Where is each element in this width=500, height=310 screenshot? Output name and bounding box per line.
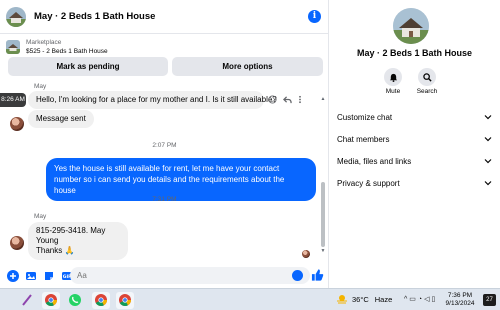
chat-title[interactable]: May · 2 Beds 1 Bath House bbox=[34, 11, 155, 22]
photo-icon[interactable] bbox=[25, 270, 37, 282]
sender-avatar[interactable] bbox=[10, 117, 24, 131]
chevron-down-icon bbox=[484, 181, 492, 186]
notification-badge[interactable]: 27 bbox=[483, 294, 496, 306]
sticker-icon[interactable] bbox=[43, 270, 55, 282]
listing-title[interactable]: $525 - 2 Beds 1 Bath House bbox=[26, 47, 108, 56]
haze-icon bbox=[337, 295, 347, 304]
search-icon bbox=[422, 72, 432, 82]
conversation-pane: May · 2 Beds 1 Bath House i Marketplace … bbox=[0, 0, 329, 288]
mark-as-pending-button[interactable]: Mark as pending bbox=[8, 57, 168, 76]
more-options-button[interactable]: More options bbox=[172, 57, 323, 76]
messenger-window: May · 2 Beds 1 Bath House i Marketplace … bbox=[0, 0, 500, 288]
timestamp-divider: 7:31 PM bbox=[152, 196, 177, 203]
menu-label: Customize chat bbox=[337, 112, 393, 122]
sender-name: May bbox=[34, 213, 47, 220]
search-label: Search bbox=[416, 88, 438, 95]
whatsapp-icon[interactable] bbox=[68, 293, 82, 307]
chevron-down-icon bbox=[484, 115, 492, 120]
house-avatar[interactable] bbox=[6, 6, 26, 27]
chat-icon[interactable]: ▭ bbox=[409, 296, 418, 303]
mute-label: Mute bbox=[385, 88, 401, 95]
scroll-up-arrow[interactable]: ▲ bbox=[320, 96, 326, 102]
volume-icon[interactable]: ◁ bbox=[424, 296, 431, 303]
message-input[interactable] bbox=[70, 267, 310, 284]
chevron-down-icon bbox=[484, 159, 492, 164]
outgoing-message[interactable]: Yes the house is still available for ren… bbox=[46, 158, 316, 201]
mute-button[interactable] bbox=[384, 68, 402, 86]
clock[interactable]: 7:36 PM 9/13/2024 bbox=[440, 292, 480, 308]
temperature: 36°C bbox=[352, 294, 369, 304]
menu-media-files-links[interactable]: Media, files and links bbox=[329, 150, 500, 172]
sender-name: May bbox=[34, 83, 47, 90]
weather-condition: Haze bbox=[374, 294, 393, 304]
system-tray[interactable]: ^▭◔◁▯ bbox=[404, 295, 437, 303]
scroll-down-arrow[interactable]: ▼ bbox=[320, 248, 326, 254]
chat-header: May · 2 Beds 1 Bath House i bbox=[0, 0, 329, 34]
weather-widget[interactable]: 36°C Haze bbox=[336, 294, 392, 304]
taskbar: 36°C Haze ^▭◔◁▯ 7:36 PM 9/13/2024 27 bbox=[0, 288, 500, 310]
incoming-message[interactable]: 815-295-3418. May Young Thanks 🙏 bbox=[28, 222, 128, 260]
battery-icon[interactable]: ▯ bbox=[432, 296, 438, 303]
incoming-message[interactable]: Hello, I'm looking for a place for my mo… bbox=[28, 91, 277, 109]
pen-icon[interactable] bbox=[20, 293, 34, 307]
search-button[interactable] bbox=[418, 68, 436, 86]
bell-icon bbox=[389, 73, 397, 82]
profile-name: May · 2 Beds 1 Bath House bbox=[356, 48, 473, 58]
menu-label: Media, files and links bbox=[337, 156, 412, 166]
emoji-icon[interactable] bbox=[292, 270, 303, 281]
menu-label: Chat members bbox=[337, 134, 390, 144]
listing-thumbnail[interactable] bbox=[6, 40, 20, 54]
message-line: 815-295-3418. May Young bbox=[36, 226, 106, 245]
info-icon[interactable]: i bbox=[308, 10, 321, 23]
menu-privacy-support[interactable]: Privacy & support bbox=[329, 172, 500, 194]
composer: GIF bbox=[0, 263, 329, 288]
thumbs-up-icon[interactable] bbox=[311, 268, 324, 282]
clock-time: 7:36 PM bbox=[447, 292, 473, 299]
incoming-message[interactable]: Message sent bbox=[28, 110, 94, 128]
react-emoji-icon[interactable] bbox=[268, 95, 277, 104]
details-panel: May · 2 Beds 1 Bath House Mute Search Cu… bbox=[329, 0, 500, 288]
timestamp-divider: 2:07 PM bbox=[152, 142, 177, 149]
message-line: Thanks 🙏 bbox=[36, 246, 75, 255]
menu-label: Privacy & support bbox=[337, 178, 400, 188]
reply-icon[interactable] bbox=[283, 95, 292, 104]
sender-avatar[interactable] bbox=[10, 236, 24, 250]
more-vertical-icon[interactable] bbox=[298, 95, 302, 104]
plus-circle-icon[interactable] bbox=[7, 269, 19, 282]
message-time-tooltip: 8:26 AM bbox=[0, 93, 26, 107]
clock-date: 9/13/2024 bbox=[445, 300, 475, 307]
seen-receipt-avatar bbox=[302, 250, 310, 258]
menu-chat-members[interactable]: Chat members bbox=[329, 128, 500, 150]
chevron-down-icon bbox=[484, 137, 492, 142]
scroll-thumb[interactable] bbox=[321, 182, 325, 247]
menu-customize-chat[interactable]: Customize chat bbox=[329, 106, 500, 128]
chrome-icon[interactable] bbox=[94, 293, 108, 307]
profile-picture[interactable] bbox=[393, 8, 429, 44]
message-scrollbar[interactable]: ▲ ▼ bbox=[320, 96, 326, 256]
chrome-icon[interactable] bbox=[118, 293, 132, 307]
marketplace-label: Marketplace bbox=[26, 39, 62, 46]
chrome-icon[interactable] bbox=[44, 293, 58, 307]
